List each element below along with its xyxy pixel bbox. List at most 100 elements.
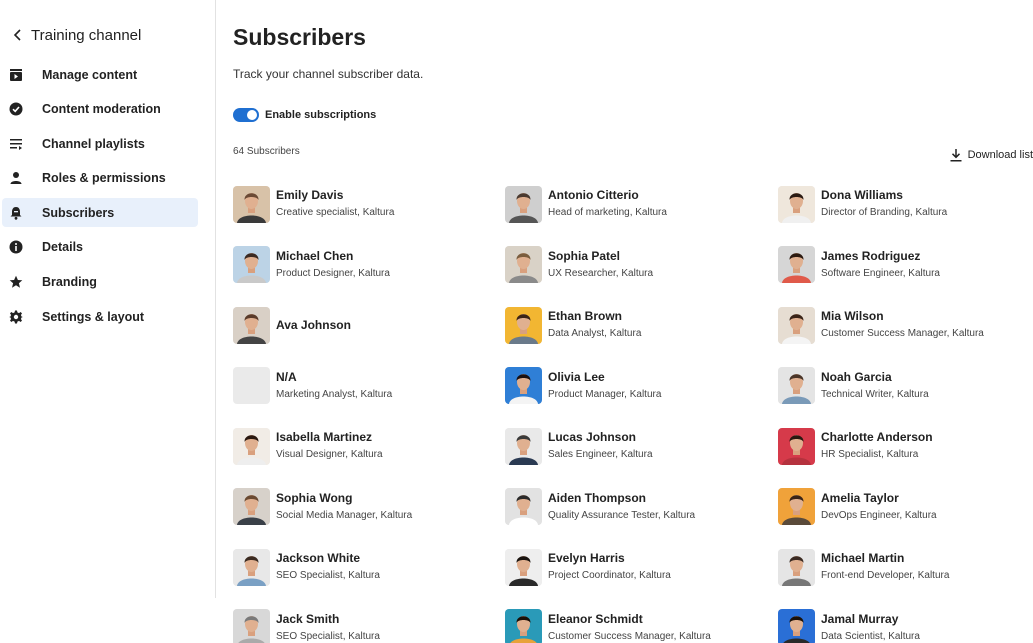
sidebar-nav: Manage content Content moderation Channe… bbox=[0, 60, 200, 337]
sidebar-item-roles-permissions[interactable]: Roles & permissions bbox=[0, 164, 200, 193]
subscriber-info: Michael Martin Front-end Developer, Kaltu… bbox=[821, 551, 949, 583]
subscriber-card[interactable]: Evelyn Harris Project Coordinator, Kaltur… bbox=[505, 548, 765, 586]
sidebar-item-content-moderation[interactable]: Content moderation bbox=[0, 95, 200, 124]
subscriber-info: Olivia Lee Product Manager, Kaltura bbox=[548, 370, 661, 402]
subscriber-card[interactable]: Noah Garcia Technical Writer, Kaltura bbox=[778, 367, 1033, 405]
subscriber-name: James Rodriguez bbox=[821, 248, 921, 263]
subscriber-name: Jamal Murray bbox=[821, 611, 899, 626]
subscriber-role: HR Specialist, Kaltura bbox=[821, 449, 919, 460]
subscriber-card[interactable]: Charlotte Anderson HR Specialist, Kaltura bbox=[778, 427, 1033, 465]
subscriber-role: Software Engineer, Kaltura bbox=[821, 267, 940, 279]
subscriber-card[interactable]: Sophia Patel UX Researcher, Kaltura bbox=[505, 246, 765, 284]
subscriber-info: Isabella Martinez Visual Designer, Kaltur… bbox=[276, 430, 383, 462]
subscriber-role: DevOps Engineer, Kaltura bbox=[821, 509, 937, 521]
subscriber-role: Customer Success Manager, Kaltura bbox=[821, 328, 984, 339]
subscriber-role: Visual Designer, Kaltura bbox=[276, 449, 383, 460]
subscriber-info: Jack Smith SEO Specialist, Kaltura bbox=[276, 612, 380, 643]
subscriber-card[interactable]: Emily Davis Creative specialist, Kaltura bbox=[233, 185, 493, 223]
subscriber-info: Lucas Johnson Sales Engineer, Kaltura bbox=[548, 430, 653, 462]
avatar bbox=[778, 427, 815, 465]
sidebar-item-label: Subscribers bbox=[42, 205, 115, 220]
subscriber-info: Noah Garcia Technical Writer, Kaltura bbox=[821, 370, 929, 402]
subscriber-card[interactable]: Amelia Taylor DevOps Engineer, Kaltura bbox=[778, 488, 1033, 526]
download-list-button[interactable]: Download list bbox=[949, 148, 1033, 162]
subscriptions-toggle-row: Enable subscriptions bbox=[233, 108, 376, 122]
subscriber-name: Michael Chen bbox=[276, 248, 354, 263]
subscriber-name: Jackson White bbox=[276, 551, 361, 565]
subscriber-role: SEO Specialist, Kaltura bbox=[276, 570, 380, 581]
subscriber-card[interactable]: Michael Chen Product Designer, Kaltura bbox=[233, 246, 493, 284]
subscriber-name: N/A bbox=[276, 369, 297, 384]
subscriber-name: Antonio Citterio bbox=[548, 188, 639, 202]
avatar bbox=[505, 367, 542, 404]
subscriber-role: Data Analyst, Kaltura bbox=[548, 328, 642, 339]
subscriber-card[interactable]: Ethan Brown Data Analyst, Kaltura bbox=[505, 306, 765, 344]
star-icon bbox=[8, 274, 24, 290]
subscriber-card[interactable]: Antonio Citterio Head of marketing, Kaltu… bbox=[505, 185, 765, 223]
avatar bbox=[233, 246, 270, 283]
subscriber-info: N/A Marketing Analyst, Kaltura bbox=[276, 370, 392, 402]
avatar bbox=[233, 306, 270, 344]
enable-subscriptions-toggle[interactable] bbox=[233, 108, 259, 122]
avatar bbox=[778, 246, 815, 283]
avatar bbox=[778, 609, 815, 643]
subscriber-card[interactable]: Mia Wilson Customer Success Manager, Kalt… bbox=[778, 306, 1033, 344]
avatar bbox=[233, 427, 270, 465]
subscriber-info: Antonio Citterio Head of marketing, Kaltu… bbox=[548, 188, 667, 220]
check-circle-icon bbox=[8, 101, 24, 117]
subscriber-role: Marketing Analyst, Kaltura bbox=[276, 388, 393, 400]
subscriber-card[interactable]: Lucas Johnson Sales Engineer, Kaltura bbox=[505, 427, 765, 465]
info-icon bbox=[8, 239, 24, 255]
sidebar-item-manage-content[interactable]: Manage content bbox=[0, 60, 200, 89]
page-title: Subscribers bbox=[233, 24, 366, 50]
subscriber-card[interactable]: Michael Martin Front-end Developer, Kaltu… bbox=[778, 548, 1033, 586]
sidebar-item-details[interactable]: Details bbox=[0, 233, 200, 262]
gear-icon bbox=[8, 309, 24, 325]
avatar bbox=[505, 488, 542, 525]
subscriber-card[interactable]: Aiden Thompson Quality Assurance Tester, … bbox=[505, 488, 765, 526]
main-content: Subscribers Track your channel subscribe… bbox=[233, 0, 1033, 643]
subscriber-name: Aiden Thompson bbox=[548, 490, 646, 505]
subscriber-card[interactable]: Dona Williams Director of Branding, Kaltu… bbox=[778, 185, 1033, 223]
subscriber-name: Lucas Johnson bbox=[548, 430, 637, 444]
subscriber-count: 64 Subscribers bbox=[233, 146, 300, 157]
subscriber-name: Olivia Lee bbox=[548, 369, 605, 384]
subscriber-card[interactable]: Sophia Wong Social Media Manager, Kaltura bbox=[233, 488, 493, 526]
subscriber-card[interactable]: Ava Johnson bbox=[233, 306, 493, 344]
subscriber-info: James Rodriguez Software Engineer, Kaltur… bbox=[821, 249, 940, 281]
sidebar-item-branding[interactable]: Branding bbox=[0, 268, 200, 297]
sidebar-item-label: Roles & permissions bbox=[42, 171, 166, 186]
subscriber-role: Quality Assurance Tester, Kaltura bbox=[548, 509, 696, 521]
avatar bbox=[778, 367, 815, 404]
sidebar-item-label: Details bbox=[42, 240, 83, 255]
sidebar-item-settings-layout[interactable]: Settings & layout bbox=[0, 302, 200, 331]
subscriber-role: UX Researcher, Kaltura bbox=[548, 267, 654, 279]
subscriber-info: Sophia Patel UX Researcher, Kaltura bbox=[548, 249, 653, 281]
subscriber-name: Dona Williams bbox=[821, 188, 903, 202]
subscriber-card[interactable]: Olivia Lee Product Manager, Kaltura bbox=[505, 367, 765, 405]
subscriber-card[interactable]: James Rodriguez Software Engineer, Kaltur… bbox=[778, 246, 1033, 284]
subscriber-role: Head of marketing, Kaltura bbox=[548, 207, 667, 218]
subscriber-card[interactable]: Isabella Martinez Visual Designer, Kaltur… bbox=[233, 427, 493, 465]
avatar bbox=[233, 367, 270, 404]
avatar bbox=[505, 306, 542, 344]
sidebar-item-label: Manage content bbox=[42, 67, 138, 82]
sidebar-item-channel-playlists[interactable]: Channel playlists bbox=[0, 129, 200, 158]
subscriber-card[interactable]: N/A Marketing Analyst, Kaltura bbox=[233, 367, 493, 405]
avatar bbox=[233, 488, 270, 525]
avatar bbox=[505, 548, 542, 586]
sidebar-item-label: Settings & layout bbox=[42, 309, 145, 324]
sidebar-item-label: Branding bbox=[42, 275, 97, 290]
subscriber-role: Product Designer, Kaltura bbox=[276, 267, 390, 279]
subscriber-info: Eleanor Schmidt Customer Success Manager,… bbox=[548, 612, 711, 643]
subscriber-card[interactable]: Jack Smith SEO Specialist, Kaltura bbox=[233, 609, 493, 643]
subscriber-role: Social Media Manager, Kaltura bbox=[276, 509, 413, 521]
subscriber-card[interactable]: Jamal Murray Data Scientist, Kaltura bbox=[778, 609, 1033, 643]
subscriber-info: Sophia Wong Social Media Manager, Kaltura bbox=[276, 491, 412, 523]
subscriber-role: Data Scientist, Kaltura bbox=[821, 630, 920, 642]
sidebar-item-subscribers[interactable]: Subscribers bbox=[2, 198, 198, 228]
subscriber-card[interactable]: Eleanor Schmidt Customer Success Manager,… bbox=[505, 609, 765, 643]
back-button[interactable]: Training channel bbox=[10, 26, 141, 44]
subscriber-name: Evelyn Harris bbox=[548, 551, 625, 565]
subscriber-card[interactable]: Jackson White SEO Specialist, Kaltura bbox=[233, 548, 493, 586]
